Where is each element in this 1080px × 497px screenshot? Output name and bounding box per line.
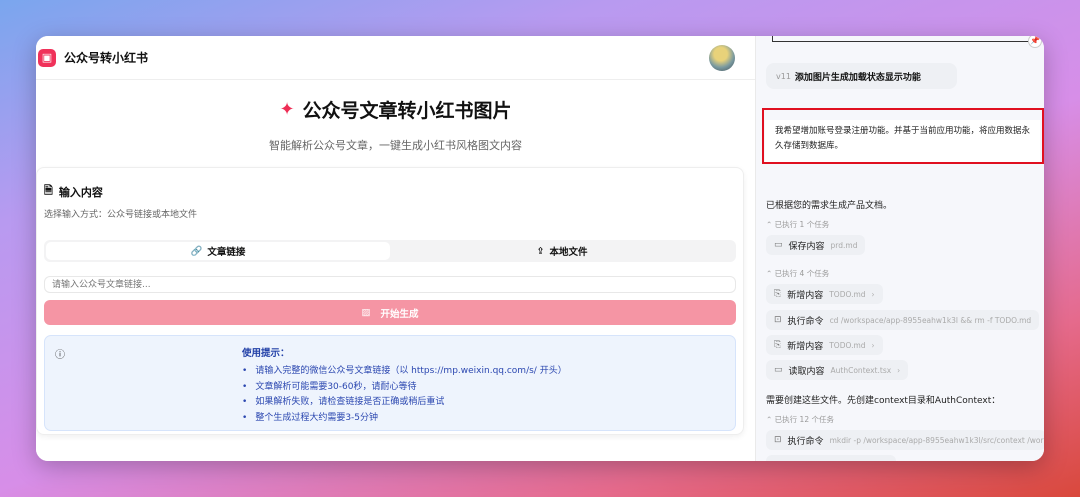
article-url-input[interactable] xyxy=(44,276,736,293)
image-logo-icon: ▣ xyxy=(38,48,56,67)
executed-tasks-toggle[interactable]: ⌃ 已执行 4 个任务 xyxy=(766,268,829,279)
task-item[interactable]: ⊡ 执行命令 cd /workspace/app-8955eahw1k3l && r… xyxy=(766,310,1040,330)
tips-title: 使用提示： xyxy=(242,348,290,359)
task-item[interactable]: ⎘ 新增内容 TODO.md › xyxy=(766,335,883,355)
terminal-icon: ⊡ xyxy=(774,315,782,325)
chevron-right-icon: › xyxy=(871,340,875,350)
info-icon: ⓘ xyxy=(55,350,65,361)
task-arg: TODO.md xyxy=(829,289,866,299)
page-subtitle: 智能解析公众号文章，一键生成小红书风格图文内容 xyxy=(269,139,522,152)
task-action: 执行命令 xyxy=(787,316,824,327)
app-preview: ▣ 公众号转小红书 ✦ 公众号文章转小红书图片 智能解析公众号文章，一键生成小红书… xyxy=(36,36,755,461)
task-action: 执行命令 xyxy=(787,436,824,447)
app-window: ▣ 公众号转小红书 ✦ 公众号文章转小红书图片 智能解析公众号文章，一键生成小红书… xyxy=(36,36,1044,461)
document-icon: 🗎 xyxy=(44,184,53,197)
sparkle-icon: ✦ xyxy=(279,99,295,120)
executed-count: 已执行 12 个任务 xyxy=(774,415,834,424)
task-action: 新增内容 xyxy=(787,341,824,352)
pin-icon[interactable]: 📌 xyxy=(1028,36,1042,48)
assistant-reply: 需要创建这些文件。先创建context目录和AuthContext： xyxy=(766,396,1001,406)
executed-tasks-toggle[interactable]: ⌃ 已执行 1 个任务 xyxy=(766,219,829,230)
terminal-icon: ⊡ xyxy=(774,435,782,445)
tip-item: 整个生成过程大约需要3-5分钟 xyxy=(242,411,567,427)
generate-label: 开始生成 xyxy=(380,308,419,320)
upload-icon: ⇪ xyxy=(536,245,545,257)
save-icon: ▭ xyxy=(774,240,783,250)
task-arg: prd.md xyxy=(830,240,858,250)
task-arg: cd /workspace/app-8955eahw1k3l && rm -f … xyxy=(829,315,1032,325)
tab-label: 本地文件 xyxy=(549,247,588,258)
chat-panel: 📌 v11 添加图片生成加载状态显示功能 我希望增加账号登录注册功能。并基于当前应… xyxy=(755,36,1044,461)
task-item[interactable]: ⊡ 执行命令 mkdir -p /workspace/app-8955eahw1k3… xyxy=(766,430,1044,450)
tab-article-link[interactable]: 🔗 文章链接 xyxy=(46,242,390,260)
executed-count: 已执行 1 个任务 xyxy=(774,220,830,229)
generate-button[interactable]: ▨ 开始生成 xyxy=(44,300,736,325)
image-icon: ▨ xyxy=(361,307,371,318)
tip-item: 文章解析可能需要30-60秒，请耐心等待 xyxy=(242,380,567,396)
task-item[interactable]: ▭ 保存内容 prd.md xyxy=(766,235,866,255)
task-item[interactable]: ⎘ 新增内容 TODO.md › xyxy=(766,284,883,304)
chevron-right-icon: › xyxy=(871,289,875,299)
folder-icon: ▭ xyxy=(774,365,783,375)
file-add-icon: ⎘ xyxy=(774,340,782,350)
input-card: 🗎 输入内容 选择输入方式：公众号链接或本地文件 🔗 文章链接 ⇪ 本地文件 ▨ 开始生… xyxy=(36,167,744,435)
task-action: 保存内容 xyxy=(788,241,825,252)
avatar[interactable] xyxy=(709,45,735,71)
version-tag: v11 xyxy=(776,71,791,81)
task-item[interactable]: ▭ 读取内容 AuthContext.tsx › xyxy=(766,360,909,380)
task-arg: mkdir -p /workspace/app-8955eahw1k3l/src… xyxy=(829,435,1044,445)
task-action: 读取内容 xyxy=(788,366,825,377)
task-item[interactable] xyxy=(766,455,896,461)
file-add-icon: ⎘ xyxy=(774,289,782,299)
task-arg: TODO.md xyxy=(829,340,866,350)
assistant-reply: 已根据您的需求生成产品文档。 xyxy=(766,201,893,211)
input-mode-tabs: 🔗 文章链接 ⇪ 本地文件 xyxy=(44,240,736,262)
card-title: 输入内容 xyxy=(58,185,103,199)
tip-item: 如果解析失败，请检查链接是否正确或稍后重试 xyxy=(242,395,567,411)
task-arg: AuthContext.tsx xyxy=(830,365,892,375)
app-header: ▣ 公众号转小红书 xyxy=(36,36,755,80)
link-icon: 🔗 xyxy=(190,245,203,257)
card-subtitle: 选择输入方式：公众号链接或本地文件 xyxy=(44,210,198,220)
tab-local-file[interactable]: ⇪ 本地文件 xyxy=(390,242,734,260)
tip-item: 请输入完整的微信公众号文章链接（以 https://mp.weixin.qq.c… xyxy=(242,364,566,380)
app-title: 公众号转小红书 xyxy=(64,51,149,65)
user-message: 我希望增加账号登录注册功能。并基于当前应用功能，将应用数据永久存储到数据库。 xyxy=(765,120,1040,162)
chevron-right-icon: › xyxy=(897,365,901,375)
previous-card-edge xyxy=(772,36,1032,42)
task-action: 新增内容 xyxy=(787,290,824,301)
executed-count: 已执行 4 个任务 xyxy=(774,269,830,278)
version-item[interactable]: v11 添加图片生成加载状态显示功能 xyxy=(766,63,957,89)
executed-tasks-toggle[interactable]: ⌃ 已执行 12 个任务 xyxy=(766,414,834,425)
page-title: 公众号文章转小红书图片 xyxy=(302,100,512,122)
usage-tips: ⓘ 使用提示： 请输入完整的微信公众号文章链接（以 https://mp.wei… xyxy=(44,335,736,431)
tab-label: 文章链接 xyxy=(207,247,246,258)
version-text: 添加图片生成加载状态显示功能 xyxy=(794,72,921,83)
